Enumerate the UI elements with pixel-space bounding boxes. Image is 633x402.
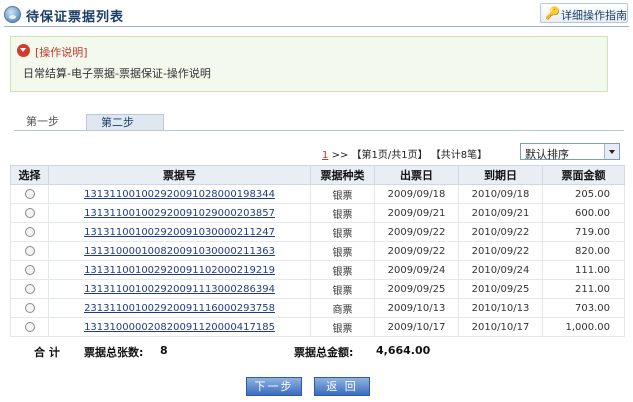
row-select-radio[interactable] bbox=[24, 321, 35, 332]
face-amount: 205.00 bbox=[542, 184, 625, 204]
row-select-radio[interactable] bbox=[24, 264, 35, 275]
issue-date: 2009/09/22 bbox=[374, 222, 459, 242]
face-amount: 719.00 bbox=[542, 222, 625, 242]
summary-count-value: 8 bbox=[160, 344, 168, 357]
bill-number-link[interactable]: 131311001002920091028000198344 bbox=[84, 189, 275, 200]
summary-count-label: 票据总张数: bbox=[84, 346, 144, 359]
operation-guide-button[interactable]: 🔑 详细操作指南 bbox=[540, 3, 628, 23]
bill-number-link[interactable]: 131311001002920091102000219219 bbox=[84, 265, 275, 276]
table-row: 131311001002920091028000198344 银票 2009/0… bbox=[10, 184, 625, 204]
operation-notice: [操作说明] 日常结算-电子票据-票据保证-操作说明 bbox=[10, 36, 608, 92]
bill-number-link[interactable]: 131311001002920091030000211247 bbox=[84, 227, 275, 238]
due-date: 2010/09/21 bbox=[458, 203, 543, 223]
tab-step-two[interactable]: 第二步 bbox=[86, 114, 164, 131]
due-date: 2010/09/18 bbox=[458, 184, 543, 204]
notice-title: [操作说明] bbox=[35, 46, 88, 59]
row-select-radio[interactable] bbox=[24, 283, 35, 294]
bill-type: 银票 bbox=[310, 317, 375, 337]
issue-date: 2009/09/25 bbox=[374, 279, 459, 299]
row-select-radio[interactable] bbox=[24, 188, 35, 199]
bill-type: 银票 bbox=[310, 203, 375, 223]
sort-select[interactable]: 默认排序 bbox=[520, 143, 620, 161]
key-icon: 🔑 bbox=[545, 6, 560, 20]
globe-icon bbox=[4, 6, 21, 23]
issue-date: 2009/09/21 bbox=[374, 203, 459, 223]
page-title: 待保证票据列表 bbox=[26, 10, 125, 25]
total-info: 【共计8笔】 bbox=[430, 150, 488, 161]
issue-date: 2009/09/22 bbox=[374, 241, 459, 261]
summary-amount-value: 4,664.00 bbox=[376, 344, 431, 357]
face-amount: 600.00 bbox=[542, 203, 625, 223]
bill-type: 商票 bbox=[310, 298, 375, 318]
summary-row: 合 计 票据总张数: 8 票据总金额: 4,664.00 bbox=[10, 341, 624, 359]
due-date: 2010/09/22 bbox=[458, 241, 543, 261]
header-bill-type: 票据种类 bbox=[310, 165, 375, 185]
back-button[interactable]: 返 回 bbox=[314, 377, 370, 396]
operation-guide-label: 详细操作指南 bbox=[561, 9, 627, 22]
bill-number-link[interactable]: 131310000020820091120000417185 bbox=[84, 322, 275, 333]
header-due-date: 到期日 bbox=[458, 165, 543, 185]
next-page-arrows[interactable]: >> bbox=[332, 150, 349, 161]
face-amount: 211.00 bbox=[542, 279, 625, 299]
chevron-down-icon[interactable] bbox=[604, 144, 619, 159]
bill-number-link[interactable]: 131311001002920091029000203857 bbox=[84, 208, 275, 219]
tab-divider bbox=[14, 130, 624, 131]
header-issue-date: 出票日 bbox=[374, 165, 459, 185]
issue-date: 2009/09/18 bbox=[374, 184, 459, 204]
next-step-button[interactable]: 下一步 bbox=[246, 377, 302, 396]
summary-amount-label: 票据总金额: bbox=[294, 346, 354, 359]
notice-text: 日常结算-电子票据-票据保证-操作说明 bbox=[23, 67, 211, 80]
due-date: 2010/09/22 bbox=[458, 222, 543, 242]
due-date: 2010/10/13 bbox=[458, 298, 543, 318]
table-row: 131311001002920091029000203857 银票 2009/0… bbox=[10, 203, 625, 223]
tab-step-one[interactable]: 第一步 bbox=[14, 114, 74, 131]
bill-type: 银票 bbox=[310, 241, 375, 261]
title-divider bbox=[4, 26, 629, 27]
header-select: 选择 bbox=[10, 165, 49, 185]
issue-date: 2009/09/24 bbox=[374, 260, 459, 280]
row-select-radio[interactable] bbox=[24, 207, 35, 218]
header-amount: 票面金额 bbox=[542, 165, 625, 185]
pagination: 1 >> 【第1页/共1页】 【共计8笔】 bbox=[322, 146, 488, 161]
bill-type: 银票 bbox=[310, 184, 375, 204]
header-bill-no: 票据号 bbox=[48, 165, 311, 185]
step-tabs: 第一步 第二步 bbox=[14, 114, 624, 131]
page-link-1[interactable]: 1 bbox=[322, 150, 328, 161]
row-select-radio[interactable] bbox=[24, 226, 35, 237]
bill-type: 银票 bbox=[310, 260, 375, 280]
table-row: 131311001002920091030000211247 银票 2009/0… bbox=[10, 222, 625, 242]
table-header-row: 选择 票据号 票据种类 出票日 到期日 票面金额 bbox=[10, 165, 625, 185]
issue-date: 2009/10/13 bbox=[374, 298, 459, 318]
row-select-radio[interactable] bbox=[24, 245, 35, 256]
due-date: 2010/09/25 bbox=[458, 279, 543, 299]
sort-selected-value: 默认排序 bbox=[525, 148, 569, 161]
bill-number-link[interactable]: 131311001002920091113000286394 bbox=[84, 284, 275, 295]
table-row: 131311001002920091113000286394 银票 2009/0… bbox=[10, 279, 625, 299]
issue-date: 2009/10/17 bbox=[374, 317, 459, 337]
due-date: 2010/10/17 bbox=[458, 317, 543, 337]
collapse-arrow-icon[interactable] bbox=[17, 44, 30, 57]
due-date: 2010/09/24 bbox=[458, 260, 543, 280]
bill-type: 银票 bbox=[310, 222, 375, 242]
face-amount: 1,000.00 bbox=[542, 317, 625, 337]
table-row: 131310000100820091030000211363 银票 2009/0… bbox=[10, 241, 625, 261]
face-amount: 111.00 bbox=[542, 260, 625, 280]
summary-total-label: 合 计 bbox=[34, 346, 60, 359]
face-amount: 703.00 bbox=[542, 298, 625, 318]
table-row: 131311001002920091102000219219 银票 2009/0… bbox=[10, 260, 625, 280]
row-select-radio[interactable] bbox=[24, 302, 35, 313]
face-amount: 820.00 bbox=[542, 241, 625, 261]
bill-table: 选择 票据号 票据种类 出票日 到期日 票面金额 131311001002920… bbox=[10, 165, 625, 337]
table-row: 131310000020820091120000417185 银票 2009/1… bbox=[10, 317, 625, 337]
bill-type: 银票 bbox=[310, 279, 375, 299]
page-info: 【第1页/共1页】 bbox=[351, 150, 428, 161]
bill-number-link[interactable]: 131310000100820091030000211363 bbox=[84, 246, 275, 257]
bill-number-link[interactable]: 231311001002920091116000293758 bbox=[84, 303, 275, 314]
table-row: 231311001002920091116000293758 商票 2009/1… bbox=[10, 298, 625, 318]
